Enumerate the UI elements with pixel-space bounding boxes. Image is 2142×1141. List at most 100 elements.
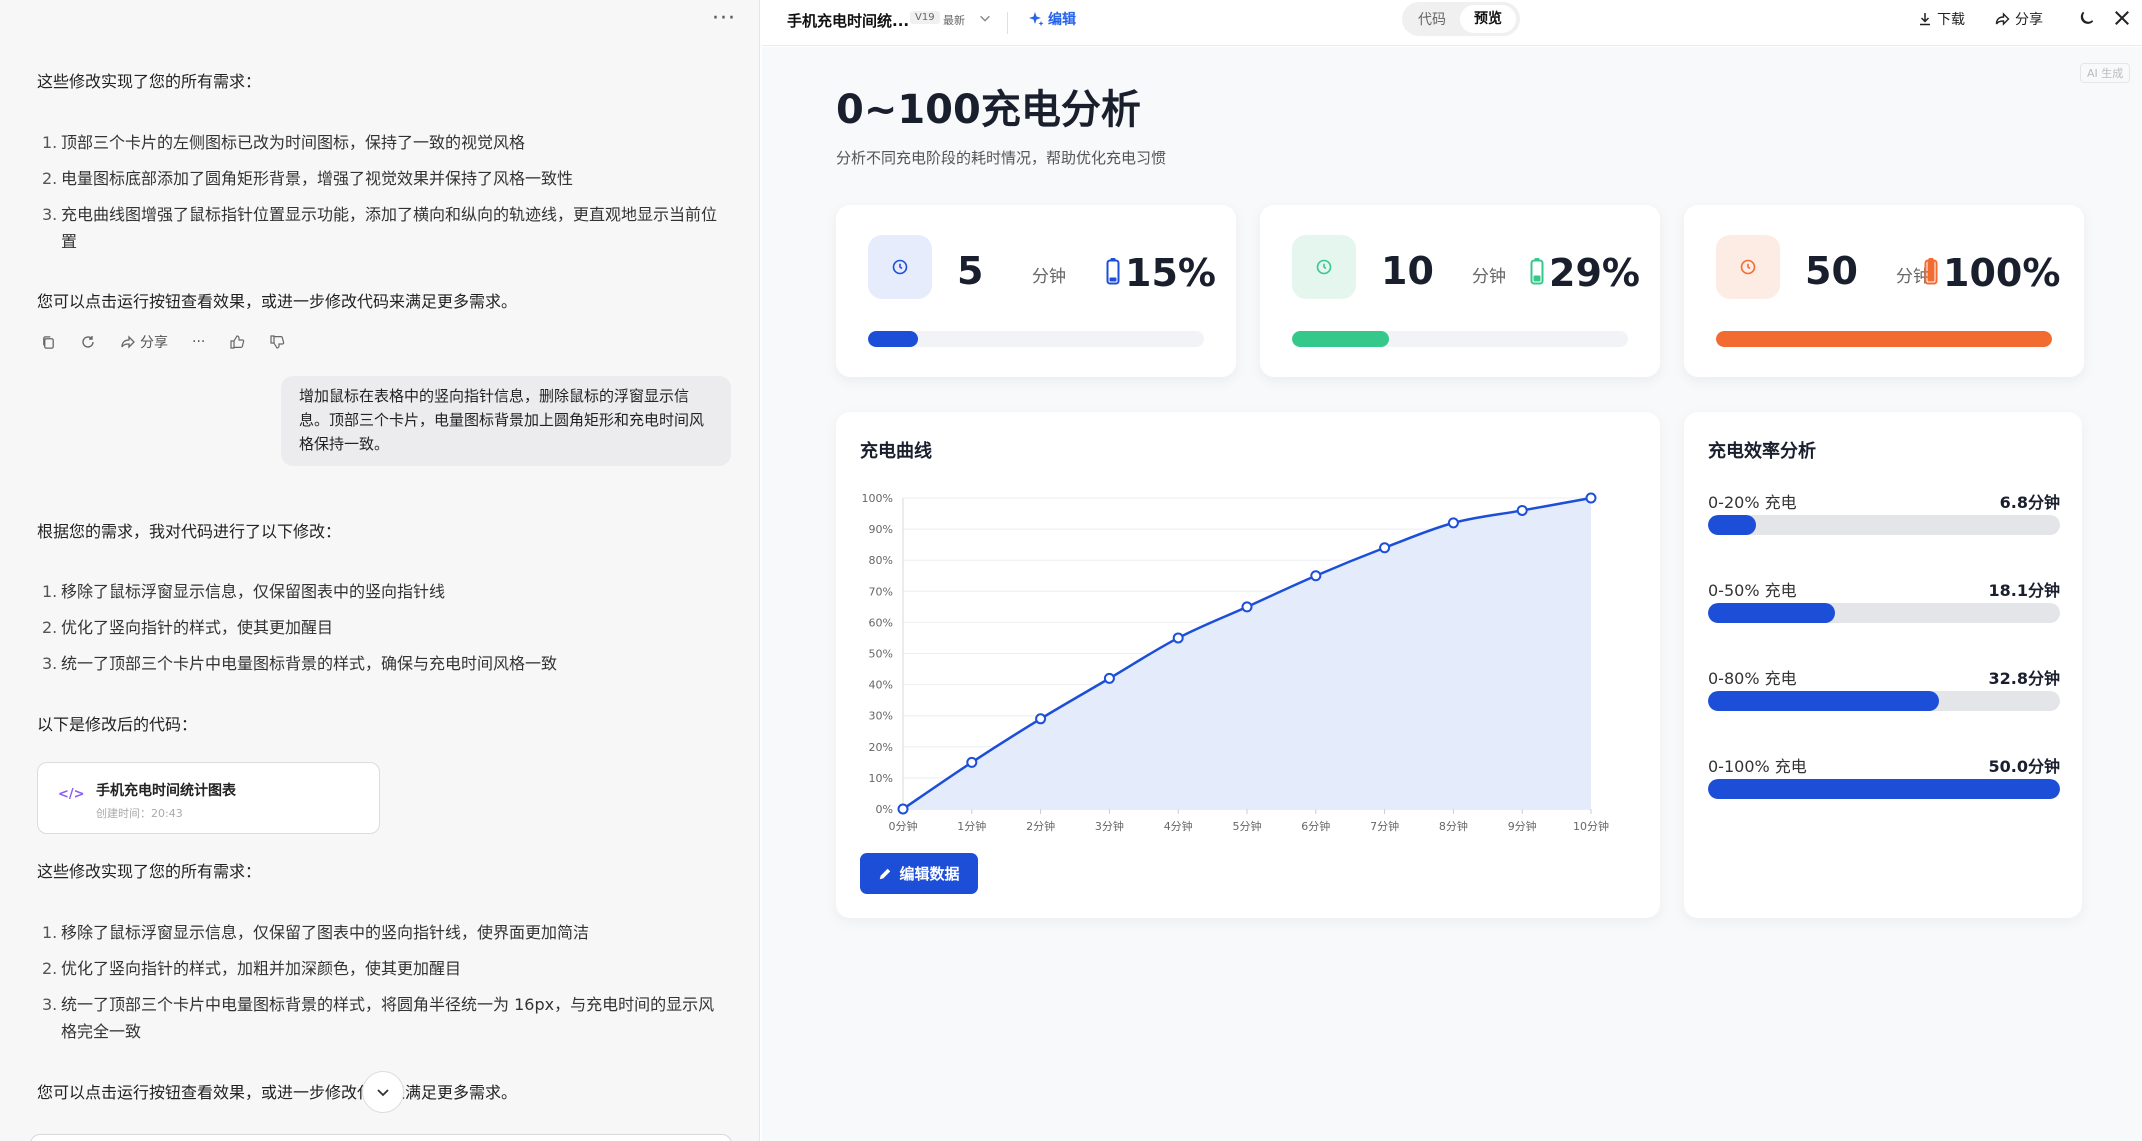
y-tick-label: 90% <box>869 523 893 536</box>
x-tick-label: 7分钟 <box>1370 819 1399 833</box>
latest-label: 最新 <box>943 14 965 27</box>
edit-data-button[interactable]: 编辑数据 <box>860 853 978 894</box>
message-actions: 分享 ··· <box>40 332 285 352</box>
y-tick-label: 20% <box>869 741 893 754</box>
efficiency-label: 0-100% 充电 <box>1708 757 1807 776</box>
y-tick-label: 0% <box>876 803 893 816</box>
user-message-bubble: 增加鼠标在表格中的竖向指针信息，删除鼠标的浮窗显示信息。顶部三个卡片，电量图标背… <box>281 376 731 466</box>
page-subtitle: 分析不同充电阶段的耗时情况，帮助优化充电习惯 <box>836 149 1167 167</box>
battery-icon <box>1924 257 1938 289</box>
data-point <box>1241 601 1253 613</box>
list-item: 2. 电量图标底部添加了圆角矩形背景，增强了视觉效果并保持了风格一致性 <box>42 169 574 188</box>
more-actions-icon[interactable]: ··· <box>192 334 205 350</box>
efficiency-label: 0-80% 充电 <box>1708 669 1797 688</box>
copy-icon[interactable] <box>40 334 56 350</box>
scroll-down-button[interactable] <box>362 1071 404 1113</box>
download-button[interactable]: 下载 <box>1917 9 1965 29</box>
sparkle-icon <box>1029 12 1044 26</box>
efficiency-track <box>1708 515 2060 535</box>
list-item: 3. 统一了顶部三个卡片中电量图标背景的样式，将圆角半径统一为 16px，与充电时… <box>42 995 715 1041</box>
efficiency-time: 50.0分钟 <box>1988 757 2060 776</box>
data-point <box>897 803 909 815</box>
data-point <box>1103 672 1115 684</box>
clock-icon <box>868 235 932 299</box>
list-item: 2. 优化了竖向指针的样式，使其更加醒目 <box>42 618 334 637</box>
charging-curve-card: 充电曲线 0% 10% 20% 30% 40% 50% 60% 70% 80% 90% 100% 0分… <box>836 412 1660 918</box>
version-dropdown-icon[interactable] <box>978 10 992 29</box>
battery-icon <box>1106 257 1120 289</box>
edit-button[interactable]: 编辑 <box>1028 9 1076 29</box>
charge-time-value: 5 <box>957 249 984 293</box>
stat-card: 5 分钟 15% <box>836 205 1236 377</box>
efficiency-label: 0-20% 充电 <box>1708 493 1797 512</box>
regenerate-icon[interactable] <box>80 334 96 350</box>
share-button[interactable]: 分享 <box>120 332 168 352</box>
x-tick-label: 5分钟 <box>1233 819 1262 833</box>
divider <box>1007 12 1008 34</box>
code-icon: </> <box>58 787 85 802</box>
battery-percent: 100% <box>1943 251 2061 295</box>
x-tick-label: 10分钟 <box>1573 819 1609 833</box>
progress-fill <box>868 331 919 347</box>
y-tick-label: 30% <box>869 710 893 723</box>
dark-mode-icon[interactable] <box>2078 9 2096 31</box>
progress-bar <box>1716 331 2052 347</box>
chat-text: 根据您的需求，我对代码进行了以下修改： <box>37 522 342 541</box>
y-tick-label: 80% <box>869 554 893 567</box>
charging-curve-chart[interactable]: 0% 10% 20% 30% 40% 50% 60% 70% 80% 90% 100% 0分钟 1分钟 2… <box>836 412 1660 842</box>
share-icon <box>1995 12 2010 26</box>
x-tick-label: 2分钟 <box>1026 819 1055 833</box>
x-tick-label: 6分钟 <box>1301 819 1330 833</box>
x-tick-label: 0分钟 <box>889 819 918 833</box>
tab-preview[interactable]: 预览 <box>1460 5 1516 33</box>
efficiency-fill <box>1708 691 1939 711</box>
chat-input[interactable] <box>30 1134 732 1141</box>
data-point <box>1447 517 1459 529</box>
efficiency-track <box>1708 603 2060 623</box>
battery-indicator: 15% <box>1106 251 1216 295</box>
x-tick-label: 3分钟 <box>1095 819 1124 833</box>
thumbs-up-icon[interactable] <box>229 334 245 350</box>
progress-bar <box>1292 331 1628 347</box>
battery-indicator: 29% <box>1530 251 1640 295</box>
data-point <box>1310 570 1322 582</box>
battery-percent: 29% <box>1549 251 1640 295</box>
data-point <box>1516 504 1528 516</box>
data-point <box>1379 542 1391 554</box>
share-button[interactable]: 分享 <box>1994 9 2043 29</box>
chat-text: 以下是修改后的代码： <box>37 715 198 734</box>
chat-text: 您可以点击运行按钮查看效果，或进一步修改代码来满足更多需求。 <box>37 292 518 311</box>
list-item: 2. 优化了竖向指针的样式，加粗并加深颜色，使其更加醒目 <box>42 959 462 978</box>
clock-icon <box>1716 235 1780 299</box>
battery-percent: 15% <box>1125 251 1216 295</box>
data-point <box>1035 713 1047 725</box>
code-artifact-card[interactable]: </> 手机充电时间统计图表 创建时间：20:43 <box>37 762 380 834</box>
efficiency-analysis-card: 充电效率分析 0-20% 充电 6.8分钟 0-50% 充电 18.1分钟 0-80% … <box>1684 412 2082 918</box>
progress-bar <box>868 331 1204 347</box>
list-item: 1. 移除了鼠标浮窗显示信息，仅保留图表中的竖向指针线 <box>42 582 446 601</box>
progress-fill <box>1292 331 1390 347</box>
efficiency-time: 18.1分钟 <box>1988 581 2060 600</box>
artifact-title: 手机充电时间统... <box>787 12 910 30</box>
share-icon <box>121 335 135 349</box>
x-tick-label: 8分钟 <box>1439 819 1468 833</box>
version-badge: V19 <box>910 11 940 24</box>
efficiency-track <box>1708 779 2060 799</box>
more-options-icon[interactable]: ··· <box>712 6 736 31</box>
y-tick-label: 60% <box>869 616 893 629</box>
efficiency-time: 6.8分钟 <box>1999 493 2060 512</box>
tab-code[interactable]: 代码 <box>1418 9 1446 29</box>
list-item: 3. 充电曲线图增强了鼠标指针位置显示功能，添加了横向和纵向的轨迹线，更直观地显示… <box>42 205 718 251</box>
x-tick-label: 1分钟 <box>957 819 986 833</box>
stat-card: 50 分钟 100% <box>1684 205 2084 377</box>
download-icon <box>1920 13 1930 26</box>
code-card-time: 创建时间：20:43 <box>96 807 183 820</box>
x-tick-label: 4分钟 <box>1164 819 1193 833</box>
y-tick-label: 50% <box>869 648 893 661</box>
battery-indicator: 100% <box>1924 251 2060 295</box>
thumbs-down-icon[interactable] <box>269 334 285 350</box>
ai-generated-badge: AI 生成 <box>2080 63 2131 83</box>
close-icon[interactable] <box>2112 8 2132 32</box>
view-toggle: 代码 预览 <box>1402 2 1520 36</box>
efficiency-time: 32.8分钟 <box>1988 669 2060 688</box>
